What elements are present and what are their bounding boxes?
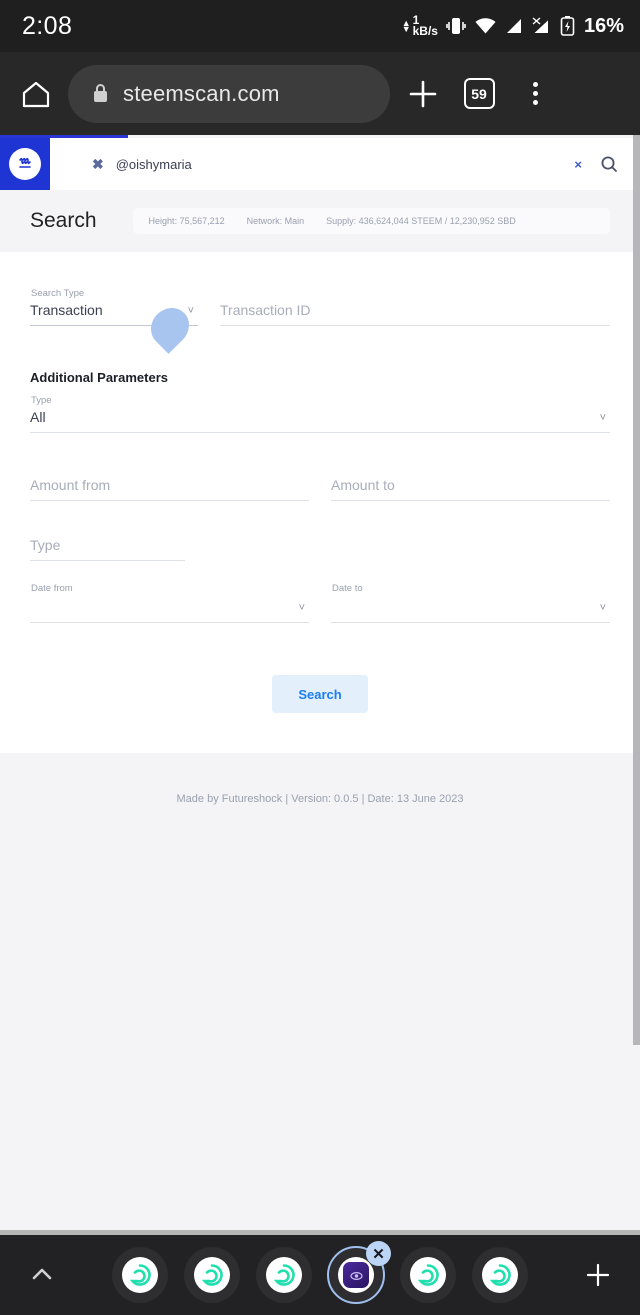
lock-icon: [94, 84, 107, 102]
signal-bars-icon: [506, 19, 521, 33]
date-range-row: Date from ˅ Date to ˅: [30, 583, 610, 623]
page-scrollbar[interactable]: [633, 135, 640, 1045]
nav-close-button[interactable]: ×: [574, 157, 582, 172]
home-icon: [22, 81, 50, 107]
search-submit-button[interactable]: Search: [272, 675, 368, 713]
dock-app-steem-3[interactable]: [256, 1247, 312, 1303]
kebab-menu-icon: [532, 82, 538, 105]
close-app-button[interactable]: ✕: [366, 1241, 391, 1266]
stat-height: Height: 75,567,212: [148, 216, 225, 226]
type-select-value: All: [30, 409, 46, 425]
dock-app-list: ✕: [112, 1241, 528, 1304]
url-text: steemscan.com: [123, 80, 280, 106]
site-logo[interactable]: [0, 138, 50, 190]
plus-icon: [586, 1263, 610, 1287]
amount-from-input[interactable]: Amount from: [30, 463, 309, 501]
dock-app-steem-6[interactable]: [472, 1247, 528, 1303]
amount-to-underline: [331, 500, 610, 501]
date-from-underline: [30, 622, 309, 623]
plus-icon: [409, 80, 437, 107]
dock-expand-button[interactable]: [22, 1262, 62, 1288]
stat-network: Network: Main: [246, 216, 305, 226]
network-speed-indicator: ▲ ▼ 1 kB/s: [401, 14, 438, 38]
battery-percent-label: 16%: [583, 14, 624, 37]
chevron-down-icon: ˅: [298, 602, 305, 614]
new-tab-button[interactable]: [400, 71, 446, 117]
date-from-value: [30, 599, 309, 622]
type-text-placeholder: Type: [30, 537, 61, 553]
signal-no-data-icon: [532, 17, 549, 34]
steem-swirl-icon: [489, 1264, 511, 1286]
url-bar[interactable]: steemscan.com: [68, 64, 390, 123]
page-title: Search: [30, 209, 97, 232]
search-icon: [601, 156, 617, 172]
dock-app-steem-1[interactable]: [112, 1247, 168, 1303]
tab-count-badge: 59: [463, 78, 495, 109]
chevron-down-icon: ˅: [599, 412, 606, 424]
date-to-label: Date to: [332, 583, 363, 594]
status-icons-group: ▲ ▼ 1 kB/s 16%: [401, 14, 624, 38]
search-type-label: Search Type: [31, 288, 85, 299]
footer-credits: Made by Futureshock | Version: 0.0.5 | D…: [176, 793, 464, 805]
amount-from-placeholder: Amount from: [30, 477, 111, 493]
amount-to-placeholder: Amount to: [331, 477, 395, 493]
submit-row: Search: [30, 675, 610, 713]
browser-menu-button[interactable]: [512, 71, 558, 117]
page-subheader: Search Height: 75,567,212 Network: Main …: [0, 190, 640, 252]
site-header: ✖ @oishymaria ×: [0, 138, 640, 190]
dock-app-steemscan-active[interactable]: ✕: [327, 1241, 391, 1304]
type-select[interactable]: Type All ˅: [30, 395, 610, 433]
net-speed-unit: kB/s: [412, 24, 438, 38]
wifi-icon: [475, 18, 496, 34]
steem-swirl-icon: [273, 1264, 295, 1286]
date-to-value: [331, 599, 610, 622]
amount-range-row: Amount from Amount to: [30, 463, 610, 501]
nav-dismiss-icon[interactable]: ✖: [92, 156, 104, 173]
vibrate-icon: [446, 18, 466, 34]
chevron-up-icon: [32, 1268, 52, 1280]
upload-download-arrows-icon: ▲ ▼: [401, 18, 411, 34]
steem-swirl-icon: [417, 1264, 439, 1286]
battery-charging-icon: [560, 16, 575, 36]
home-button[interactable]: [14, 72, 58, 116]
nav-username[interactable]: @oishymaria: [116, 157, 192, 172]
page-footer: Made by Futureshock | Version: 0.0.5 | D…: [0, 753, 640, 843]
dock-app-steem-2[interactable]: [184, 1247, 240, 1303]
type-select-underline: [30, 432, 610, 433]
dock-app-steem-5[interactable]: [400, 1247, 456, 1303]
app-dock: ✕: [0, 1235, 640, 1315]
status-clock: 2:08: [22, 11, 73, 40]
chain-stats-bar: Height: 75,567,212 Network: Main Supply:…: [132, 208, 610, 234]
android-status-bar: 2:08 ▲ ▼ 1 kB/s 16%: [0, 0, 640, 52]
type-select-label: Type: [31, 395, 52, 406]
amount-from-underline: [30, 500, 309, 501]
type-text-underline: [30, 560, 185, 561]
steem-swirl-icon: [201, 1264, 223, 1286]
chevron-down-icon: ˅: [599, 602, 606, 614]
amount-to-input[interactable]: Amount to: [331, 463, 610, 501]
tab-switcher-button[interactable]: 59: [456, 71, 502, 117]
transaction-id-input[interactable]: Transaction ID: [220, 288, 610, 326]
date-from-select[interactable]: Date from ˅: [30, 583, 309, 623]
stat-supply: Supply: 436,624,044 STEEM / 12,230,952 S…: [326, 216, 516, 226]
date-from-label: Date from: [31, 583, 73, 594]
search-form-card: Search Type Transaction ˅ Transaction ID…: [0, 252, 640, 753]
browser-toolbar: steemscan.com 59: [0, 52, 640, 135]
search-type-row: Search Type Transaction ˅ Transaction ID: [30, 288, 610, 326]
webpage-viewport: ✖ @oishymaria × Search Height: 75,567,21…: [0, 135, 640, 1230]
date-to-underline: [331, 622, 610, 623]
steem-swirl-icon: [129, 1264, 151, 1286]
dock-add-app-button[interactable]: [578, 1260, 618, 1290]
transaction-id-placeholder: Transaction ID: [220, 302, 311, 318]
type-text-input[interactable]: Type: [30, 523, 185, 561]
additional-parameters-heading: Additional Parameters: [30, 370, 168, 385]
nav-search-button[interactable]: [600, 155, 618, 173]
steem-logo-icon: [19, 157, 31, 168]
date-to-select[interactable]: Date to ˅: [331, 583, 610, 623]
chevron-down-icon: ˅: [187, 305, 194, 317]
transaction-id-underline: [220, 325, 610, 326]
